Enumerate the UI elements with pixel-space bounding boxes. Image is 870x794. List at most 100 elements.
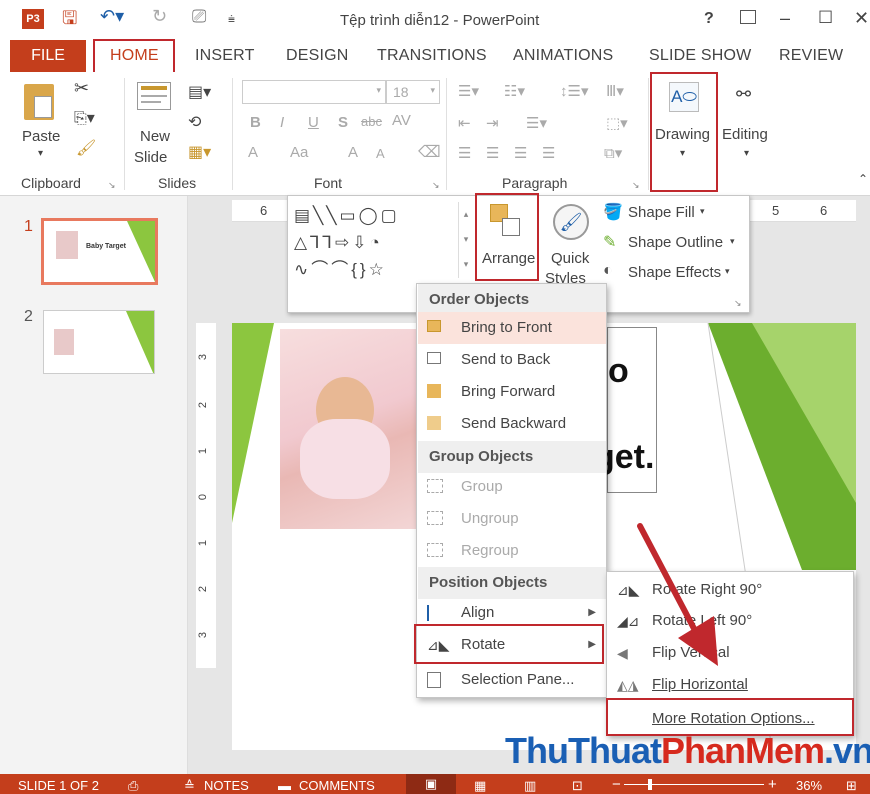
clear-formatting-icon[interactable]: ⌫: [418, 142, 441, 162]
notes-button[interactable]: NOTES: [204, 778, 249, 793]
collapse-ribbon-icon[interactable]: ⌃: [858, 172, 868, 186]
new-slide-button[interactable]: New: [140, 128, 170, 145]
paste-dropdown-icon[interactable]: ▾: [38, 148, 43, 159]
justify-icon[interactable]: ☰: [542, 144, 555, 162]
clipboard-launcher-icon[interactable]: ↘: [108, 180, 116, 191]
find-binoculars-icon[interactable]: ⚯: [736, 84, 751, 105]
bring-forward-item[interactable]: Bring Forward: [418, 376, 606, 408]
shape-effects-dropdown-icon[interactable]: ▾: [725, 266, 730, 277]
numbering-icon[interactable]: ☷▾: [504, 82, 525, 100]
text-direction-icon[interactable]: Ⅲ▾: [606, 82, 624, 100]
tab-design[interactable]: DESIGN: [286, 47, 349, 65]
ribbon-display-options-icon[interactable]: [740, 10, 756, 24]
tab-review[interactable]: REVIEW: [779, 47, 843, 65]
cut-icon[interactable]: ✂: [74, 78, 89, 99]
bring-to-front-item[interactable]: Bring to Front: [418, 312, 606, 344]
qat-customize-icon[interactable]: ⩧: [228, 12, 235, 27]
comments-icon[interactable]: ▬: [278, 778, 291, 793]
slide-thumbnail-1[interactable]: Baby Target: [41, 218, 158, 285]
shape-fill-dropdown-icon[interactable]: ▾: [700, 206, 705, 217]
format-painter-icon[interactable]: 🖌: [76, 138, 96, 158]
send-backward-item[interactable]: Send Backward: [418, 408, 606, 440]
slide-sorter-icon[interactable]: ▦: [474, 778, 486, 794]
quick-styles-button-line2[interactable]: Styles: [545, 270, 586, 283]
copy-icon[interactable]: ⎘▾: [74, 108, 95, 128]
underline-button[interactable]: U: [308, 114, 319, 131]
baby-photo[interactable]: [280, 329, 420, 529]
selection-pane-item[interactable]: Selection Pane...: [418, 664, 606, 696]
regroup-item[interactable]: Regroup: [418, 535, 606, 567]
paste-icon[interactable]: [24, 84, 54, 120]
italic-button[interactable]: I: [280, 114, 284, 131]
font-launcher-icon[interactable]: ↘: [432, 180, 440, 191]
change-case-button[interactable]: Aa: [290, 144, 308, 161]
section-icon[interactable]: ▦▾: [188, 142, 211, 162]
smartart-icon[interactable]: ⧉▾: [604, 144, 622, 162]
shape-effects-button[interactable]: Shape Effects: [628, 264, 721, 281]
center-icon[interactable]: ☰: [486, 144, 499, 162]
start-slideshow-icon[interactable]: ⎚: [192, 6, 206, 27]
align-text-icon[interactable]: ⬚▾: [606, 114, 628, 132]
decrease-indent-icon[interactable]: ⇤: [458, 114, 471, 132]
redo-icon[interactable]: ↻: [152, 6, 167, 27]
quick-styles-icon[interactable]: 🖌: [553, 204, 589, 240]
reading-view-icon[interactable]: ▥: [524, 778, 536, 794]
format-shape-launcher-icon[interactable]: ↘: [734, 298, 742, 309]
curve-shape-icon[interactable]: ∿⌒⌒{}☆: [294, 260, 387, 279]
triangle-shape-icon[interactable]: △⅂⅂⇨⇩◔: [294, 233, 383, 252]
text-box[interactable]: o get.: [594, 327, 657, 493]
save-icon[interactable]: 🖫: [62, 6, 77, 36]
shape-outline-dropdown-icon[interactable]: ▾: [730, 236, 735, 247]
font-name-box[interactable]: ▾: [242, 80, 386, 104]
editing-button[interactable]: Editing: [722, 126, 768, 143]
notes-icon[interactable]: ≙: [184, 778, 195, 794]
normal-view-icon[interactable]: ▣: [406, 774, 456, 794]
zoom-slider[interactable]: [624, 779, 764, 790]
comments-button[interactable]: COMMENTS: [299, 778, 375, 793]
align-left-icon[interactable]: ☰: [458, 144, 471, 162]
ungroup-item[interactable]: Ungroup: [418, 503, 606, 535]
increase-indent-icon[interactable]: ⇥: [486, 114, 499, 132]
tab-file[interactable]: FILE: [10, 40, 86, 72]
paragraph-launcher-icon[interactable]: ↘: [632, 180, 640, 191]
shrink-font-button[interactable]: A: [376, 146, 385, 161]
align-right-icon[interactable]: ☰: [514, 144, 527, 162]
new-slide-icon[interactable]: [137, 82, 171, 110]
help-button[interactable]: ?: [704, 10, 714, 28]
maximize-button[interactable]: ☐: [818, 8, 833, 28]
close-button[interactable]: ✕: [854, 8, 869, 29]
strikethrough-button[interactable]: abc: [361, 114, 382, 129]
spellcheck-icon[interactable]: ⎙: [128, 778, 138, 794]
group-item[interactable]: Group: [418, 471, 606, 503]
font-size-box[interactable]: 18 ▾: [386, 80, 440, 104]
font-color-button[interactable]: A: [248, 144, 258, 161]
tab-transitions[interactable]: TRANSITIONS: [377, 47, 487, 65]
layout-icon[interactable]: ▤▾: [188, 82, 211, 102]
zoom-slider-thumb[interactable]: [648, 779, 652, 790]
shape-fill-icon[interactable]: 🪣: [603, 202, 623, 222]
shape-fill-button[interactable]: Shape Fill: [628, 204, 695, 221]
minimize-button[interactable]: –: [780, 8, 790, 29]
send-to-back-item[interactable]: Send to Back: [418, 344, 606, 376]
new-slide-button-line2[interactable]: Slide: [134, 149, 167, 166]
line-spacing-icon[interactable]: ↕☰▾: [560, 82, 588, 100]
shadow-button[interactable]: S: [338, 114, 348, 131]
grow-font-button[interactable]: A: [348, 144, 358, 161]
char-spacing-button[interactable]: AV: [392, 112, 411, 129]
paste-button[interactable]: Paste: [22, 128, 60, 145]
columns-icon[interactable]: ☰▾: [526, 114, 547, 132]
slide-thumbnail-2[interactable]: [43, 310, 155, 374]
flip-horizontal-item[interactable]: ◭◮ Flip Horizontal: [608, 669, 854, 701]
shape-outline-button[interactable]: Shape Outline: [628, 234, 723, 251]
reset-icon[interactable]: ⟲: [188, 112, 201, 132]
shape-effects-icon[interactable]: ◐: [603, 262, 613, 280]
fit-slide-icon[interactable]: ⊞: [846, 778, 857, 794]
zoom-in-button[interactable]: +: [768, 776, 777, 793]
tab-insert[interactable]: INSERT: [195, 47, 255, 65]
shape-outline-icon[interactable]: ✎: [603, 232, 616, 252]
undo-icon[interactable]: ↶▾: [100, 6, 124, 27]
editing-dropdown-icon[interactable]: ▾: [744, 148, 749, 159]
shapes-gallery[interactable]: ▤╲╲▭◯▢ △⅂⅂⇨⇩◔ ∿⌒⌒{}☆: [294, 202, 462, 284]
bold-button[interactable]: B: [250, 114, 261, 131]
quick-styles-button[interactable]: Quick: [551, 250, 589, 267]
